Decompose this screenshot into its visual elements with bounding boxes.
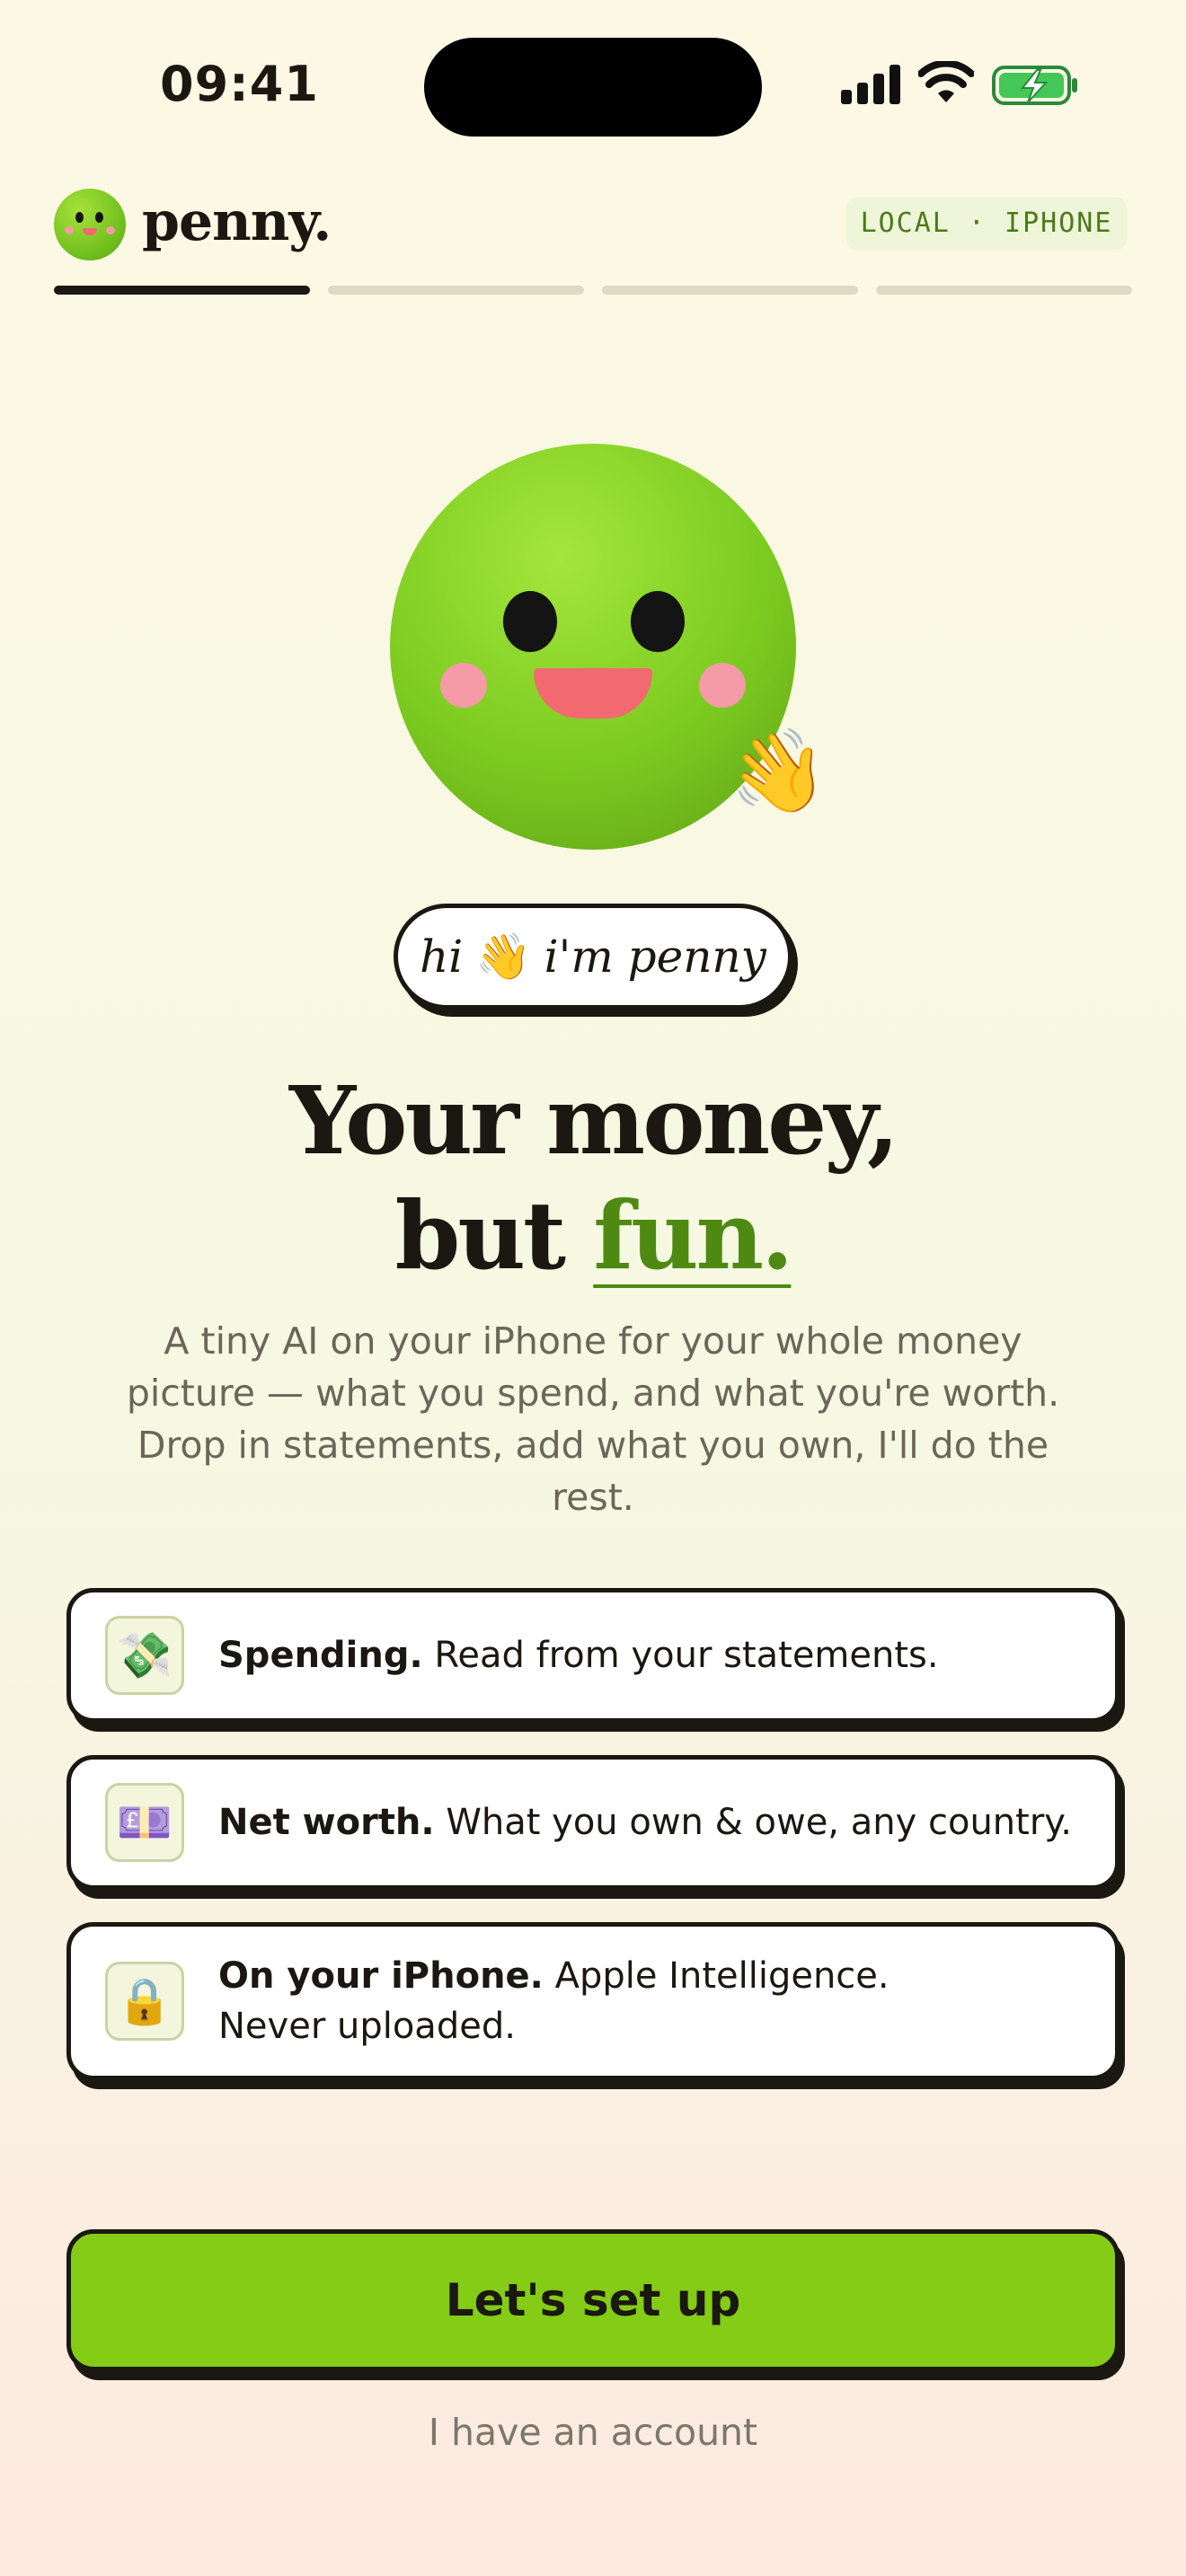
feature-desc-line-2: Never uploaded.: [218, 2006, 516, 2047]
waving-hand-icon: 👋: [721, 719, 835, 827]
progress-step-2: [328, 286, 584, 295]
feature-text: Net worth. What you own & owe, any count…: [218, 1797, 1072, 1848]
mascot-left-cheek: [440, 663, 487, 708]
progress-step-4: [876, 286, 1132, 295]
headline-line-2: but fun.: [0, 1178, 1186, 1293]
feature-text: Spending. Read from your statements.: [218, 1630, 939, 1681]
progress-step-1: [54, 286, 310, 295]
locale-badge: LOCAL · IPHONE: [846, 198, 1127, 250]
onboarding-progress: [54, 286, 1132, 296]
headline-plain: but: [394, 1180, 566, 1291]
page-subtitle: A tiny AI on your iPhone for your whole …: [126, 1319, 1060, 1519]
feature-title: Spending.: [218, 1635, 423, 1676]
set-up-button[interactable]: Let's set up: [66, 2229, 1120, 2371]
mascot-right-eye: [631, 591, 685, 652]
penny-logo-icon: [54, 189, 126, 260]
feature-desc: What you own & owe, any country.: [446, 1802, 1072, 1843]
feature-desc: Apple Intelligence.: [554, 1955, 890, 1997]
progress-step-3: [602, 286, 858, 295]
brand-name: penny.: [142, 190, 332, 253]
lock-icon: 🔒: [105, 1962, 184, 2041]
mascot-right-cheek: [699, 663, 746, 708]
cellular-signal-icon: [841, 63, 902, 104]
greeting-bubble: hi 👋 i'm penny: [394, 904, 792, 1010]
dynamic-island: [424, 38, 762, 137]
headline-line-1: Your money,: [288, 1065, 899, 1176]
feature-desc: Read from your statements.: [434, 1635, 939, 1676]
pound-banknote-icon: 💷: [105, 1783, 184, 1862]
headline-accent: fun.: [593, 1180, 793, 1291]
battery-charging-icon: [992, 66, 1077, 105]
feature-card-spending: 💸 Spending. Read from your statements.: [66, 1588, 1120, 1723]
feature-card-on-device: 🔒 On your iPhone. Apple Intelligence. Ne…: [66, 1922, 1120, 2080]
wifi-icon: [918, 61, 974, 102]
feature-title: On your iPhone.: [218, 1955, 544, 1997]
status-time: 09:41: [160, 56, 319, 112]
greeting-hi: hi: [420, 931, 464, 983]
money-with-wings-icon: 💸: [105, 1616, 184, 1695]
have-account-link[interactable]: I have an account: [0, 2411, 1186, 2454]
feature-text: On your iPhone. Apple Intelligence. Neve…: [218, 1951, 890, 2051]
feature-card-net-worth: 💷 Net worth. What you own & owe, any cou…: [66, 1755, 1120, 1890]
page-title: Your money, but fun.: [0, 1063, 1186, 1293]
greeting-wave-icon: 👋: [475, 930, 532, 983]
mascot-mouth: [534, 668, 652, 719]
greeting-name: i'm penny: [544, 931, 766, 983]
mascot-left-eye: [503, 591, 557, 652]
feature-title: Net worth.: [218, 1802, 435, 1843]
